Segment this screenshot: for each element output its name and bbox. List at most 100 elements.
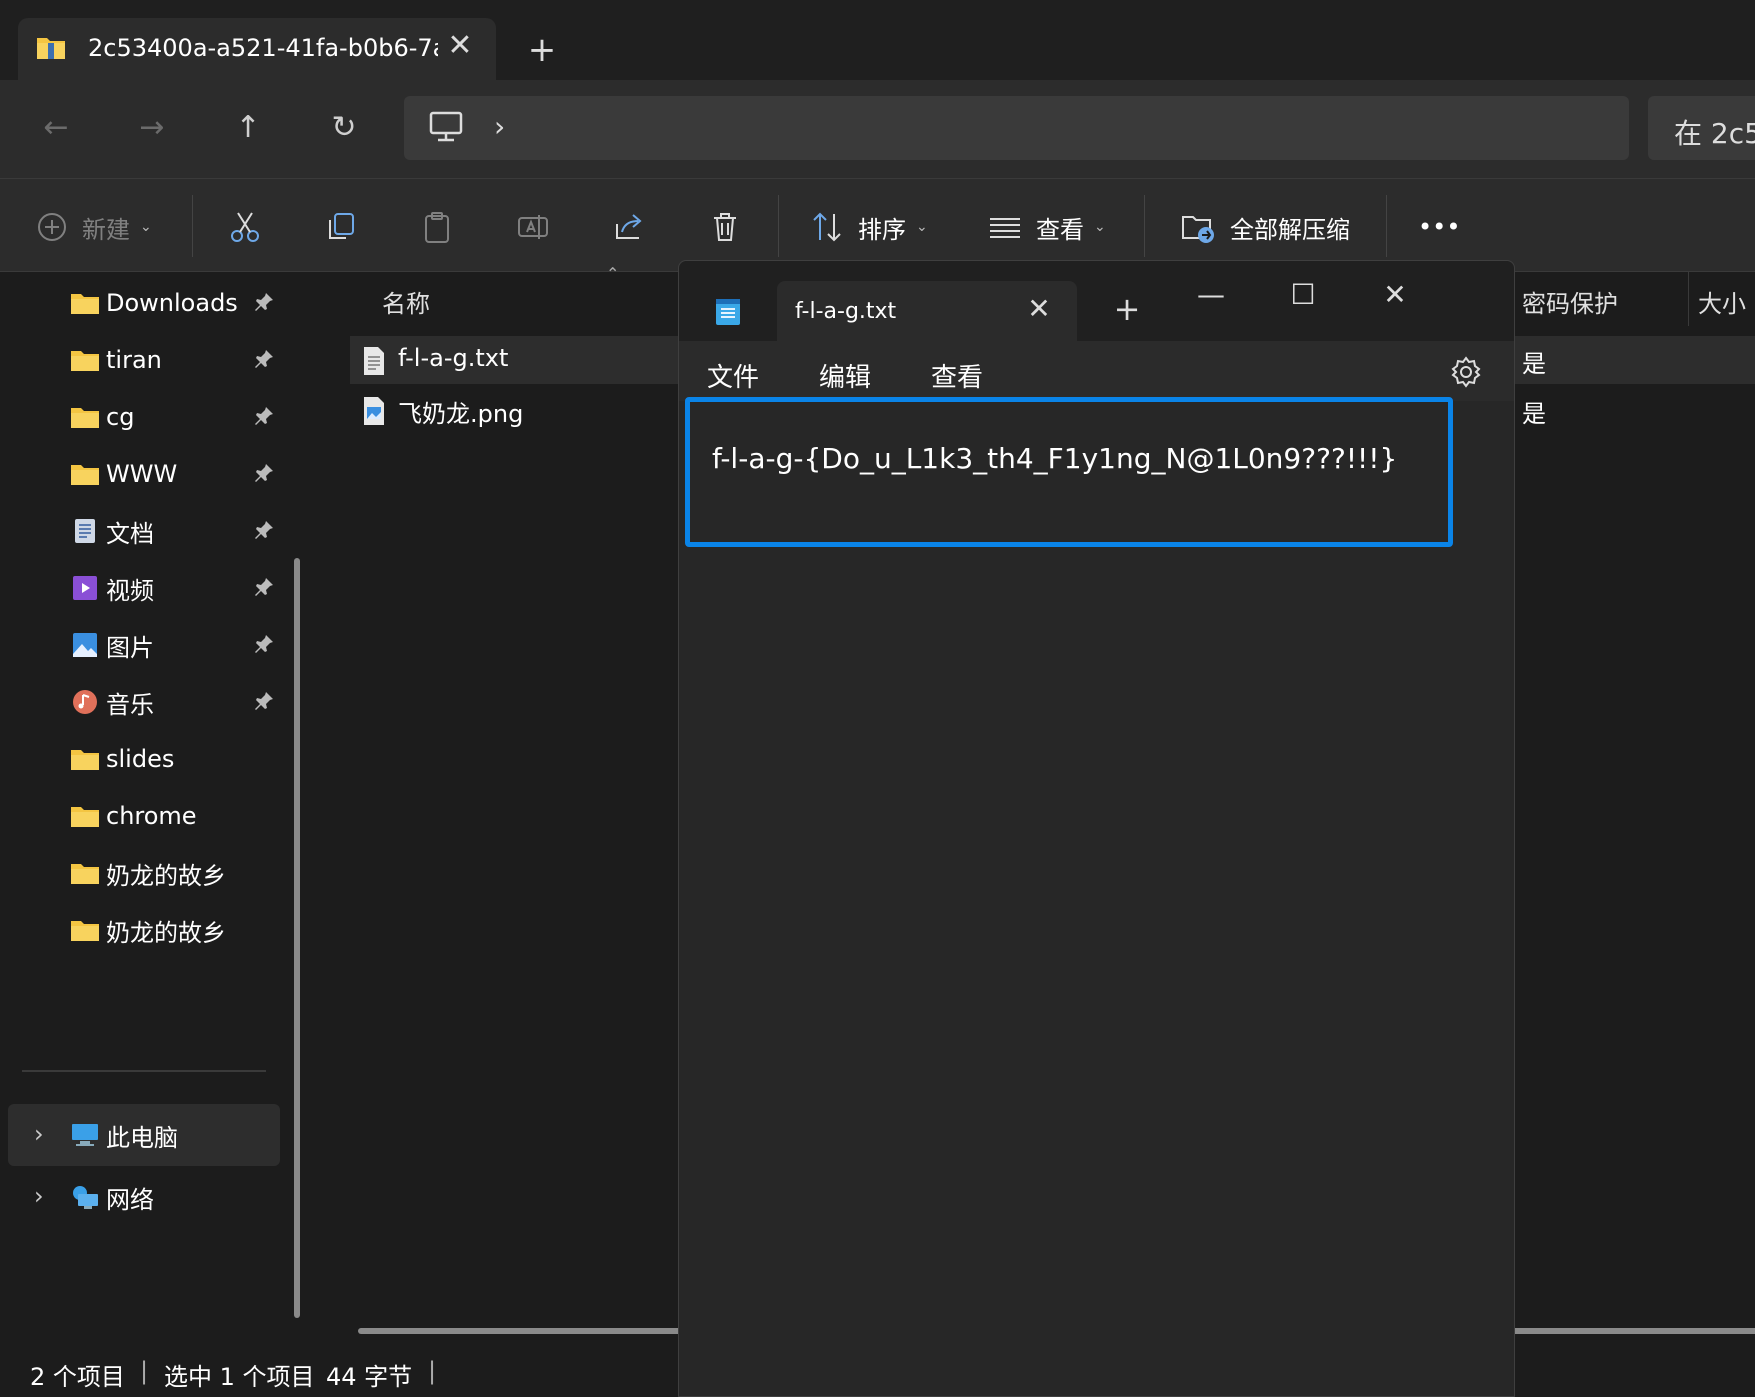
new-button[interactable]: 新建 ⌄ (36, 205, 152, 249)
gear-icon[interactable] (1449, 355, 1483, 389)
new-tab-button[interactable]: + (1109, 291, 1145, 327)
folder-icon (71, 465, 99, 485)
menu-file[interactable]: 文件 (707, 357, 759, 394)
search-placeholder: 在 2c5 (1674, 117, 1755, 150)
sidebar-item-label: tiran (106, 346, 162, 374)
sidebar-item-nailong-1[interactable]: 奶龙的故乡 (70, 848, 290, 898)
sidebar-item-label: 此电脑 (106, 1123, 178, 1152)
sidebar-divider (22, 1070, 266, 1072)
more-options-button[interactable]: ••• (1418, 205, 1460, 249)
view-button[interactable]: 查看 ⌄ (988, 205, 1106, 249)
trash-icon (714, 213, 736, 241)
maximize-button[interactable]: ☐ (1275, 275, 1331, 315)
sidebar-scrollbar[interactable] (294, 558, 300, 1318)
close-tab-button[interactable]: ✕ (1021, 291, 1057, 327)
item-count: 2 个项目 (30, 1363, 125, 1391)
this-pc-row: 此电脑 (70, 1110, 290, 1160)
search-input[interactable]: 在 2c5 (1648, 96, 1755, 160)
minimize-button[interactable]: — (1183, 275, 1239, 315)
pin-icon[interactable] (252, 404, 276, 428)
folder-icon (71, 864, 99, 884)
notepad-window: f-l-a-g.txt ✕ + — ☐ ✕ 文件 编辑 查看 f-l-a-g-{… (678, 260, 1515, 1397)
paste-button[interactable] (420, 205, 454, 249)
computer-icon (429, 111, 463, 142)
clipboard-icon (425, 212, 449, 243)
cut-button[interactable] (228, 205, 262, 249)
sidebar-item-cg[interactable]: cg (70, 392, 290, 442)
notepad-menu-bar: 文件 编辑 查看 (679, 341, 1514, 401)
selection-count: 选中 1 个项目 (164, 1363, 315, 1391)
column-header-password[interactable]: 密码保护 (1522, 284, 1618, 319)
sidebar-item-nailong-2[interactable]: 奶龙的故乡 (70, 905, 290, 955)
share-icon (616, 214, 642, 239)
file-name: f-l-a-g.txt (398, 344, 509, 372)
back-button[interactable]: ← (30, 102, 82, 154)
menu-edit[interactable]: 编辑 (819, 357, 871, 394)
sort-label: 排序 (858, 215, 906, 244)
pin-icon[interactable] (252, 518, 276, 542)
folder-icon (71, 921, 99, 941)
chevron-right-icon[interactable]: › (34, 1120, 44, 1148)
status-separator: | (140, 1357, 149, 1385)
folder-icon (71, 750, 99, 770)
sidebar-item-label: 奶龙的故乡 (106, 918, 226, 947)
sidebar-item-network[interactable]: › 网络 (8, 1166, 280, 1228)
sidebar-item-label: 音乐 (106, 690, 154, 719)
command-bar: 新建 ⌄ 排序 ⌄ 查看 ⌄ 全部解压缩 ••• (0, 178, 1755, 272)
plus-circle-icon (38, 213, 66, 241)
refresh-button[interactable]: ↻ (318, 102, 370, 154)
sidebar-item-this-pc[interactable]: › 此电脑 (8, 1104, 280, 1166)
sort-button[interactable]: 排序 ⌄ (810, 205, 928, 249)
zip-folder-icon (37, 38, 65, 59)
sidebar-item-label: slides (106, 745, 175, 773)
sort-icon (813, 212, 841, 242)
pin-icon[interactable] (252, 632, 276, 656)
pin-icon[interactable] (252, 689, 276, 713)
document-text: f-l-a-g-{Do_u_L1k3_th4_F1y1ng_N@1L0n9???… (712, 442, 1398, 475)
chevron-down-icon: ⌄ (916, 219, 928, 235)
menu-view[interactable]: 查看 (931, 357, 983, 394)
sidebar-item-music[interactable]: 音乐 (70, 677, 290, 727)
copy-icon (329, 213, 354, 239)
sidebar-item-label: chrome (106, 802, 197, 830)
explorer-tab[interactable]: 2c53400a-a521-41fa-b0b6-7ad ✕ (18, 18, 496, 80)
close-tab-button[interactable]: ✕ (442, 28, 478, 64)
up-button[interactable]: ↑ (222, 102, 274, 154)
sidebar-item-chrome[interactable]: chrome (70, 791, 290, 841)
sidebar-item-slides[interactable]: slides (70, 734, 290, 784)
extract-folder-icon (1182, 216, 1214, 243)
extract-all-button[interactable]: 全部解压缩 (1180, 205, 1350, 249)
delete-button[interactable] (708, 205, 742, 249)
pin-icon[interactable] (252, 575, 276, 599)
sidebar-item-label: cg (106, 403, 135, 431)
sidebar-item-pictures[interactable]: 图片 (70, 620, 290, 670)
column-header-size[interactable]: 大小 (1698, 284, 1746, 319)
rename-button[interactable] (516, 205, 550, 249)
share-button[interactable] (612, 205, 646, 249)
chevron-right-icon[interactable]: › (34, 1182, 44, 1210)
title-bar: 2c53400a-a521-41fa-b0b6-7ad ✕ + (0, 0, 1755, 80)
file-password-flag: 是 (1522, 350, 1546, 378)
new-tab-button[interactable]: + (522, 30, 562, 70)
navigation-pane: Downloads tiran cg WWW 文档 视频 图片 音乐 slide… (0, 272, 300, 1347)
column-divider[interactable] (1688, 272, 1689, 326)
address-bar[interactable]: › (404, 96, 1629, 160)
notepad-tab[interactable]: f-l-a-g.txt ✕ (777, 281, 1077, 341)
close-window-button[interactable]: ✕ (1367, 275, 1423, 315)
text-editor-area[interactable]: f-l-a-g-{Do_u_L1k3_th4_F1y1ng_N@1L0n9???… (685, 397, 1453, 547)
breadcrumb-chevron-icon[interactable]: › (494, 110, 505, 143)
pin-icon[interactable] (252, 461, 276, 485)
sidebar-item-downloads[interactable]: Downloads (70, 278, 290, 328)
pin-icon[interactable] (252, 347, 276, 371)
sort-ascending-icon: ⌃ (606, 264, 620, 283)
sidebar-item-documents[interactable]: 文档 (70, 506, 290, 556)
copy-button[interactable] (324, 205, 358, 249)
column-header-name[interactable]: 名称 (382, 284, 430, 319)
sidebar-item-www[interactable]: WWW (70, 449, 290, 499)
music-icon (73, 690, 97, 714)
forward-button[interactable]: → (126, 102, 178, 154)
sidebar-item-tiran[interactable]: tiran (70, 335, 290, 385)
sidebar-item-videos[interactable]: 视频 (70, 563, 290, 613)
scissors-icon (231, 212, 259, 242)
pin-icon[interactable] (252, 290, 276, 314)
